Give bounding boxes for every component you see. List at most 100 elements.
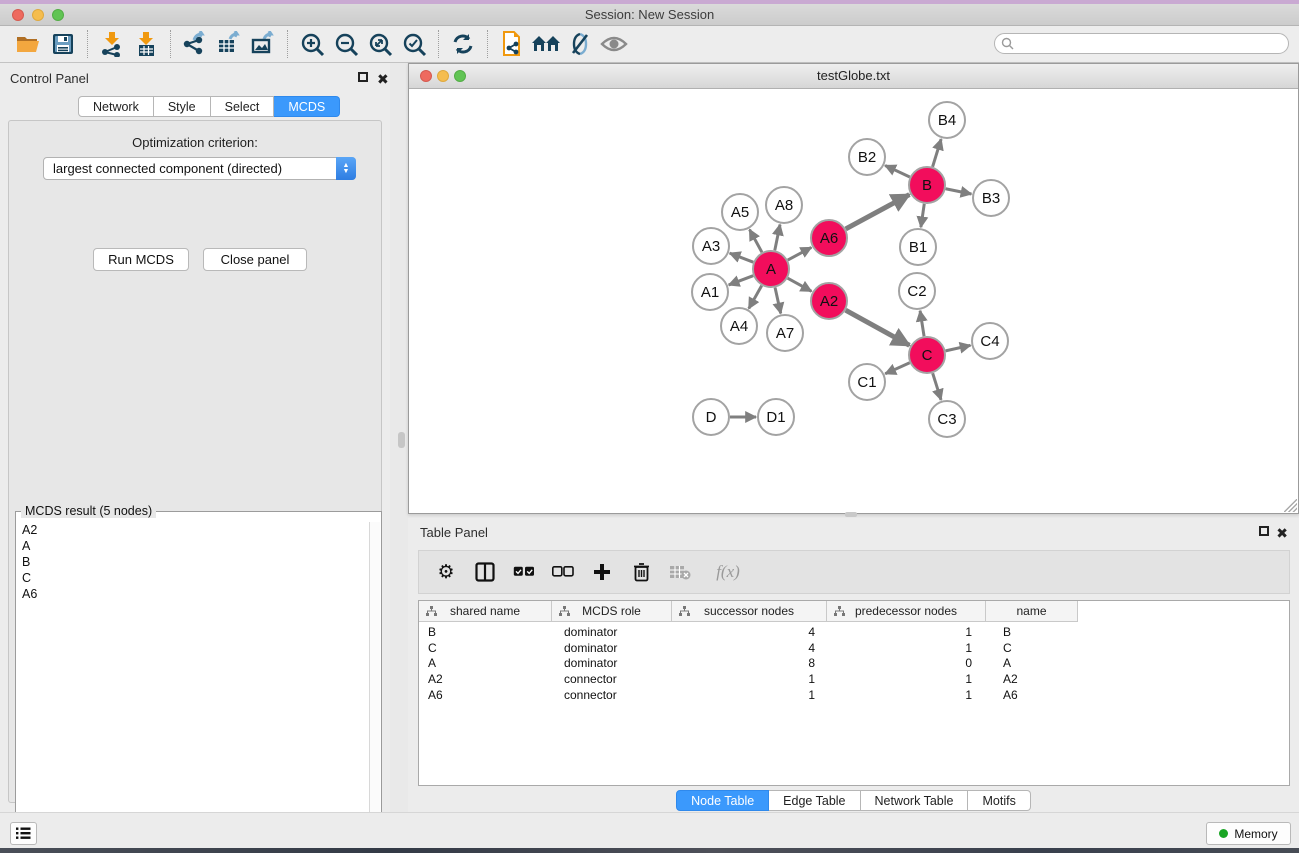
run-mcds-button[interactable]: Run MCDS (93, 248, 189, 271)
tab-network[interactable]: Network (78, 96, 154, 117)
graph-node-D1[interactable]: D1 (758, 399, 794, 435)
graph-node-D[interactable]: D (693, 399, 729, 435)
mcds-result-list[interactable]: A2ABCA6 (18, 522, 368, 853)
graph-edge-C-C4[interactable] (946, 345, 971, 351)
search-input[interactable] (1014, 35, 1288, 52)
table-row[interactable]: Bdominator41B (419, 624, 1289, 640)
graph-edge-A-A5[interactable] (750, 230, 762, 253)
graph-node-B3[interactable]: B3 (973, 180, 1009, 216)
show-columns-button[interactable] (472, 559, 498, 585)
mcds-result-item[interactable]: C (18, 570, 368, 586)
deselect-all-columns-button[interactable] (550, 559, 576, 585)
save-session-button[interactable] (46, 29, 80, 59)
graph-node-C4[interactable]: C4 (972, 323, 1008, 359)
task-history-button[interactable] (10, 822, 37, 845)
graph-edge-A6-B[interactable] (846, 195, 910, 229)
graph-node-C2[interactable]: C2 (899, 273, 935, 309)
column-header-MCDS-role[interactable]: MCDS role (552, 601, 672, 621)
table-row[interactable]: Adominator80A (419, 655, 1289, 671)
graph-edge-B-B4[interactable] (933, 139, 942, 167)
hide-graphics-details-button[interactable] (563, 29, 597, 59)
network-minimize-button[interactable] (437, 70, 449, 82)
graph-node-C1[interactable]: C1 (849, 364, 885, 400)
network-close-button[interactable] (420, 70, 432, 82)
tab-edge-table[interactable]: Edge Table (769, 790, 860, 811)
close-panel-button-mcds[interactable]: Close panel (203, 248, 307, 271)
network-canvas[interactable]: AA1A2A3A4A5A6A7A8BB1B2B3B4CC1C2C3C4DD1 (409, 89, 1298, 513)
refresh-button[interactable] (446, 29, 480, 59)
function-builder-button[interactable]: f(x) (706, 559, 750, 585)
memory-button[interactable]: Memory (1206, 822, 1291, 845)
column-header-shared-name[interactable]: shared name (419, 601, 552, 621)
graph-edge-A-A7[interactable] (775, 288, 781, 314)
tab-network-table[interactable]: Network Table (861, 790, 969, 811)
table-row[interactable]: A6connector11A6 (419, 687, 1289, 703)
export-network-button[interactable] (178, 29, 212, 59)
graph-edge-A-A6[interactable] (788, 247, 812, 260)
zoom-in-button[interactable] (295, 29, 329, 59)
graph-node-C[interactable]: C (909, 337, 945, 373)
graph-edge-C-C2[interactable] (920, 311, 924, 336)
create-column-button[interactable] (589, 559, 615, 585)
close-window-button[interactable] (12, 9, 24, 21)
float-table-panel-button[interactable] (1259, 525, 1269, 539)
graph-node-C3[interactable]: C3 (929, 401, 965, 437)
tab-select[interactable]: Select (211, 96, 275, 117)
mcds-result-item[interactable]: A (18, 538, 368, 554)
export-image-button[interactable] (246, 29, 280, 59)
table-settings-button[interactable]: ⚙ (433, 559, 459, 585)
graph-edge-A-A1[interactable] (729, 276, 754, 285)
graph-edge-B-B1[interactable] (921, 204, 924, 227)
mcds-result-item[interactable]: A6 (18, 586, 368, 602)
open-session-button[interactable] (12, 29, 46, 59)
graph-edge-B-B2[interactable] (885, 165, 910, 177)
column-header-name[interactable]: name (986, 601, 1078, 621)
close-table-panel-button[interactable]: ✖ (1276, 525, 1288, 542)
minimize-window-button[interactable] (32, 9, 44, 21)
graph-node-A1[interactable]: A1 (692, 274, 728, 310)
graph-edge-A-A2[interactable] (788, 278, 812, 291)
network-zoom-button[interactable] (454, 70, 466, 82)
tab-motifs[interactable]: Motifs (968, 790, 1030, 811)
select-all-columns-button[interactable] (511, 559, 537, 585)
table-row[interactable]: Cdominator41C (419, 640, 1289, 656)
delete-column-button[interactable] (628, 559, 654, 585)
network-from-selection-button[interactable] (495, 29, 529, 59)
mcds-list-scrollbar[interactable] (369, 522, 380, 853)
zoom-out-button[interactable] (329, 29, 363, 59)
graph-node-A2[interactable]: A2 (811, 283, 847, 319)
graph-node-B1[interactable]: B1 (900, 229, 936, 265)
mcds-result-item[interactable]: A2 (18, 522, 368, 538)
graph-edge-B-B3[interactable] (946, 189, 972, 194)
graph-node-B[interactable]: B (909, 167, 945, 203)
graph-node-A[interactable]: A (753, 251, 789, 287)
graph-edge-C-C1[interactable] (885, 363, 909, 374)
graph-node-A4[interactable]: A4 (721, 308, 757, 344)
graph-node-A5[interactable]: A5 (722, 194, 758, 230)
close-panel-button[interactable]: ✖ (377, 71, 389, 88)
export-table-button[interactable] (212, 29, 246, 59)
resize-grip[interactable] (1284, 499, 1297, 512)
graph-edge-A-A8[interactable] (775, 225, 780, 251)
desktop-horizontal-scrollbar-thumb[interactable] (845, 512, 857, 517)
delete-table-button[interactable] (667, 559, 693, 585)
graph-edge-A-A4[interactable] (749, 286, 762, 309)
search-box[interactable] (994, 33, 1289, 54)
first-neighbors-button[interactable] (529, 29, 563, 59)
tab-node-table[interactable]: Node Table (676, 790, 769, 811)
graph-edge-A2-C[interactable] (846, 310, 910, 345)
table-row[interactable]: A2connector11A2 (419, 671, 1289, 687)
graph-edge-C-C3[interactable] (933, 373, 941, 400)
graph-node-A8[interactable]: A8 (766, 187, 802, 223)
criterion-select[interactable]: largest connected component (directed) ▲… (43, 157, 356, 180)
tab-mcds[interactable]: MCDS (274, 96, 340, 117)
column-header-successor-nodes[interactable]: successor nodes (672, 601, 827, 621)
zoom-window-button[interactable] (52, 9, 64, 21)
graph-node-A6[interactable]: A6 (811, 220, 847, 256)
desktop-vertical-scrollbar-thumb[interactable] (398, 432, 405, 448)
column-header-predecessor-nodes[interactable]: predecessor nodes (827, 601, 986, 621)
graph-node-A7[interactable]: A7 (767, 315, 803, 351)
mcds-result-item[interactable]: B (18, 554, 368, 570)
import-table-button[interactable] (129, 29, 163, 59)
float-panel-button[interactable] (358, 71, 368, 85)
